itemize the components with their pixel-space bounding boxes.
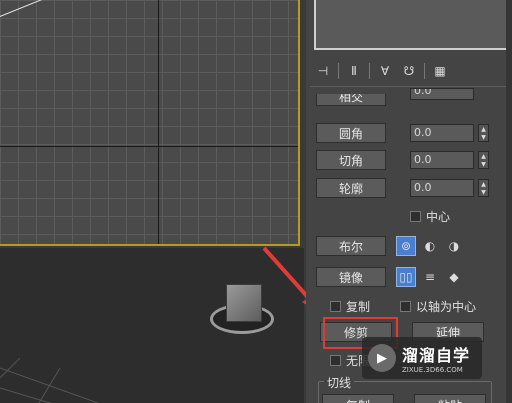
tangent-group-title: 切线 (324, 374, 355, 391)
outline-value-field[interactable]: 0.0 (410, 179, 474, 197)
perspective-grid (0, 358, 100, 403)
chamfer-value-field[interactable]: 0.0 (410, 151, 474, 169)
outline-button[interactable]: 轮廓 (316, 178, 386, 198)
mirror-both-icon[interactable]: ◆ (444, 267, 464, 287)
center-checkbox[interactable] (410, 211, 421, 222)
outline-row: 轮廓 (316, 178, 386, 198)
preview-box (314, 0, 508, 50)
tangent-paste-button[interactable]: 粘贴 (414, 394, 486, 403)
axis-center-option[interactable]: 以轴为中心 (400, 298, 476, 315)
watermark-text: 溜溜自学 ZIXUE.3D66.COM (402, 342, 470, 374)
intersect-mode-icon[interactable]: ◑ (444, 236, 464, 256)
infinite-checkbox[interactable] (330, 355, 341, 366)
copy-checkbox[interactable] (330, 301, 341, 312)
viewport-axis-horizontal (0, 146, 298, 147)
intersect-value-field[interactable]: 0.0 (410, 88, 474, 100)
boolean-row: 布尔 ⊚ ◐ ◑ (316, 236, 464, 256)
center-option[interactable]: 中心 (410, 208, 450, 225)
mirror-horizontal-icon[interactable]: ▯▯ (396, 267, 416, 287)
fillet-button[interactable]: 圆角 (316, 123, 386, 143)
pin-stack-icon[interactable]: ⊣ (314, 62, 332, 80)
axis-center-checkbox[interactable] (400, 301, 411, 312)
intersect-button[interactable]: 相交 (316, 94, 386, 106)
outline-spinner[interactable]: ▲ ▼ (478, 179, 489, 197)
toolbar-separator (369, 63, 370, 79)
make-unique-icon[interactable]: ∀ (376, 62, 394, 80)
tangent-copy-button[interactable]: 复制 (322, 394, 394, 403)
toolbar-separator (424, 63, 425, 79)
watermark-logo-icon: ▶ (368, 344, 396, 372)
partial-row: 相交 (316, 94, 386, 106)
axis-center-label: 以轴为中心 (416, 300, 477, 314)
copy-label: 复制 (346, 300, 371, 314)
panel-toolbar: ⊣ Ⅱ ∀ ☋ ▦ (314, 60, 508, 82)
configure-sets-icon[interactable]: ▦ (431, 62, 449, 80)
copy-option[interactable]: 复制 (330, 298, 370, 315)
fillet-value-field[interactable]: 0.0 (410, 124, 474, 142)
union-mode-icon[interactable]: ⊚ (396, 236, 416, 256)
fillet-row: 圆角 (316, 123, 386, 143)
panel-scrollbar[interactable] (506, 0, 512, 403)
chamfer-row: 切角 (316, 150, 386, 170)
mirror-row: 镜像 ▯▯ ≡ ◆ (316, 267, 464, 287)
chamfer-spinner[interactable]: ▲ ▼ (478, 151, 489, 169)
center-label: 中心 (426, 210, 451, 224)
fillet-spinner[interactable]: ▲ ▼ (478, 124, 489, 142)
viewport-axis-vertical (158, 0, 159, 244)
panel-divider (310, 86, 508, 87)
remove-modifier-icon[interactable]: ☋ (400, 62, 418, 80)
watermark-url: ZIXUE.3D66.COM (402, 366, 463, 374)
watermark: ▶ 溜溜自学 ZIXUE.3D66.COM (362, 337, 482, 379)
boolean-button[interactable]: 布尔 (316, 236, 386, 256)
watermark-title: 溜溜自学 (402, 346, 471, 365)
object-cube[interactable] (226, 284, 262, 322)
chamfer-button[interactable]: 切角 (316, 150, 386, 170)
mirror-button[interactable]: 镜像 (316, 267, 386, 287)
spline-segment[interactable] (0, 0, 56, 21)
mirror-vertical-icon[interactable]: ≡ (420, 267, 440, 287)
top-viewport[interactable] (0, 0, 300, 246)
show-end-result-icon[interactable]: Ⅱ (345, 62, 363, 80)
subtract-mode-icon[interactable]: ◐ (420, 236, 440, 256)
toolbar-separator (338, 63, 339, 79)
